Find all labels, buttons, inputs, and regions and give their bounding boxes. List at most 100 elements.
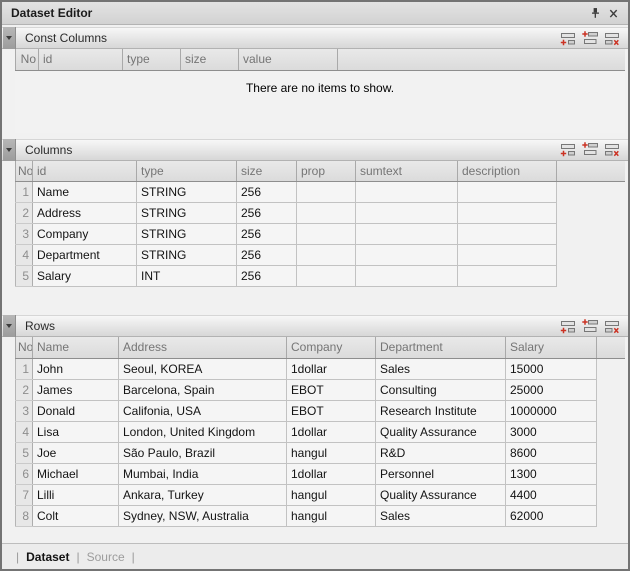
add-row-button[interactable] bbox=[560, 31, 577, 46]
table-row[interactable]: 8ColtSydney, NSW, AustraliahangulSales62… bbox=[16, 505, 626, 526]
insert-row-button[interactable] bbox=[582, 31, 599, 46]
cell[interactable]: 1dollar bbox=[287, 421, 376, 442]
row-number-cell[interactable]: 3 bbox=[16, 224, 33, 245]
cell[interactable]: 4400 bbox=[506, 484, 597, 505]
cell[interactable]: 1dollar bbox=[287, 463, 376, 484]
tab-source[interactable]: Source bbox=[87, 550, 125, 564]
cell[interactable] bbox=[297, 266, 356, 287]
cell[interactable]: Personnel bbox=[376, 463, 506, 484]
column-header[interactable]: size bbox=[181, 49, 239, 70]
table-row[interactable]: 5JoeSão Paulo, BrazilhangulR&D8600 bbox=[16, 442, 626, 463]
row-number-cell[interactable]: 2 bbox=[16, 379, 33, 400]
row-number-cell[interactable]: 3 bbox=[16, 400, 33, 421]
cell[interactable]: hangul bbox=[287, 484, 376, 505]
table-row[interactable]: 4LisaLondon, United Kingdom1dollarQualit… bbox=[16, 421, 626, 442]
delete-row-button[interactable] bbox=[604, 31, 621, 46]
table-row[interactable]: 1NameSTRING256 bbox=[16, 182, 626, 203]
close-button[interactable] bbox=[604, 4, 622, 22]
cell[interactable]: São Paulo, Brazil bbox=[119, 442, 287, 463]
add-row-button[interactable] bbox=[560, 319, 577, 334]
row-number-cell[interactable]: 7 bbox=[16, 484, 33, 505]
delete-row-button[interactable] bbox=[604, 142, 621, 157]
cell[interactable]: 256 bbox=[237, 224, 297, 245]
column-header[interactable]: Salary bbox=[506, 337, 597, 358]
collapse-button[interactable] bbox=[3, 27, 16, 49]
cell[interactable]: STRING bbox=[137, 224, 237, 245]
cell[interactable]: London, United Kingdom bbox=[119, 421, 287, 442]
cell[interactable]: Ankara, Turkey bbox=[119, 484, 287, 505]
cell[interactable]: 256 bbox=[237, 182, 297, 203]
cell[interactable]: Quality Assurance bbox=[376, 484, 506, 505]
cell[interactable]: 25000 bbox=[506, 379, 597, 400]
cell[interactable]: 256 bbox=[237, 266, 297, 287]
cell[interactable] bbox=[458, 266, 557, 287]
cell[interactable]: Colt bbox=[33, 505, 119, 526]
cell[interactable]: Mumbai, India bbox=[119, 463, 287, 484]
cell[interactable] bbox=[356, 224, 458, 245]
row-number-cell[interactable]: 1 bbox=[16, 182, 33, 203]
cell[interactable]: Research Institute bbox=[376, 400, 506, 421]
cell[interactable]: 256 bbox=[237, 245, 297, 266]
cell[interactable]: STRING bbox=[137, 182, 237, 203]
column-header[interactable]: size bbox=[237, 161, 297, 182]
cell[interactable]: INT bbox=[137, 266, 237, 287]
cell[interactable]: Lilli bbox=[33, 484, 119, 505]
cell[interactable]: Sales bbox=[376, 505, 506, 526]
cell[interactable]: Seoul, KOREA bbox=[119, 358, 287, 379]
cell[interactable]: Name bbox=[33, 182, 137, 203]
collapse-button[interactable] bbox=[3, 139, 16, 161]
column-header[interactable]: Company bbox=[287, 337, 376, 358]
column-header[interactable]: id bbox=[39, 49, 123, 70]
cell[interactable]: Quality Assurance bbox=[376, 421, 506, 442]
column-header[interactable]: value bbox=[239, 49, 338, 70]
cell[interactable]: STRING bbox=[137, 203, 237, 224]
column-header[interactable]: description bbox=[458, 161, 557, 182]
table-row[interactable]: 3CompanySTRING256 bbox=[16, 224, 626, 245]
table-row[interactable]: 5SalaryINT256 bbox=[16, 266, 626, 287]
cell[interactable] bbox=[458, 245, 557, 266]
cell[interactable]: hangul bbox=[287, 505, 376, 526]
column-header[interactable]: Address bbox=[119, 337, 287, 358]
column-header[interactable]: id bbox=[33, 161, 137, 182]
column-header[interactable]: No bbox=[16, 161, 33, 182]
column-header[interactable]: sumtext bbox=[356, 161, 458, 182]
table-row[interactable]: 7LilliAnkara, TurkeyhangulQuality Assura… bbox=[16, 484, 626, 505]
cell[interactable]: R&D bbox=[376, 442, 506, 463]
table-row[interactable]: 6MichaelMumbai, India1dollarPersonnel130… bbox=[16, 463, 626, 484]
cell[interactable]: 3000 bbox=[506, 421, 597, 442]
cell[interactable]: 1dollar bbox=[287, 358, 376, 379]
table-row[interactable]: 1JohnSeoul, KOREA1dollarSales15000 bbox=[16, 358, 626, 379]
cell[interactable]: 62000 bbox=[506, 505, 597, 526]
cell[interactable]: Sales bbox=[376, 358, 506, 379]
cell[interactable]: STRING bbox=[137, 245, 237, 266]
table-row[interactable]: 4DepartmentSTRING256 bbox=[16, 245, 626, 266]
cell[interactable] bbox=[458, 203, 557, 224]
cell[interactable]: Joe bbox=[33, 442, 119, 463]
add-row-button[interactable] bbox=[560, 142, 577, 157]
cell[interactable]: 8600 bbox=[506, 442, 597, 463]
row-number-cell[interactable]: 4 bbox=[16, 421, 33, 442]
pin-button[interactable] bbox=[586, 4, 604, 22]
insert-row-button[interactable] bbox=[582, 142, 599, 157]
cell[interactable] bbox=[297, 182, 356, 203]
row-number-cell[interactable]: 2 bbox=[16, 203, 33, 224]
cell[interactable]: 1000000 bbox=[506, 400, 597, 421]
cell[interactable]: Michael bbox=[33, 463, 119, 484]
cell[interactable]: John bbox=[33, 358, 119, 379]
cell[interactable]: Lisa bbox=[33, 421, 119, 442]
cell[interactable]: James bbox=[33, 379, 119, 400]
row-number-cell[interactable]: 1 bbox=[16, 358, 33, 379]
cell[interactable] bbox=[458, 182, 557, 203]
cell[interactable]: Salary bbox=[33, 266, 137, 287]
cell[interactable]: Califonia, USA bbox=[119, 400, 287, 421]
collapse-button[interactable] bbox=[3, 315, 16, 337]
cell[interactable]: Barcelona, Spain bbox=[119, 379, 287, 400]
cell[interactable] bbox=[297, 245, 356, 266]
cell[interactable]: Sydney, NSW, Australia bbox=[119, 505, 287, 526]
row-number-cell[interactable]: 5 bbox=[16, 442, 33, 463]
cell[interactable]: Consulting bbox=[376, 379, 506, 400]
cell[interactable] bbox=[356, 245, 458, 266]
column-header[interactable]: No bbox=[16, 49, 39, 70]
cell[interactable] bbox=[356, 182, 458, 203]
row-number-cell[interactable]: 4 bbox=[16, 245, 33, 266]
